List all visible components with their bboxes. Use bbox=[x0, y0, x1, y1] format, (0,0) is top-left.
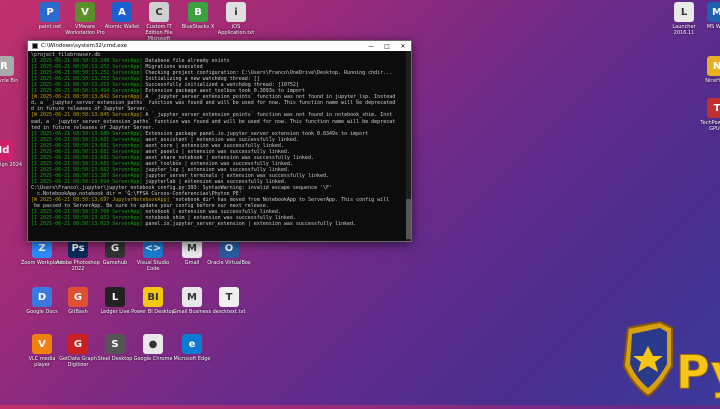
console-output[interactable]: \project_filebrowser.db [I 2025-06-21 08:… bbox=[28, 51, 411, 239]
ms-wire-icon: M bbox=[707, 2, 720, 22]
close-button[interactable]: ✕ bbox=[395, 41, 411, 51]
indesign-icon: Id bbox=[0, 140, 14, 160]
steel-icon: S bbox=[105, 334, 125, 354]
log-prefix: [I 2025-06-21 08:50:13.023 ServerApp] bbox=[31, 221, 143, 228]
cmd-titlebar[interactable]: C:\Windows\system32\cmd.exe — □ ✕ bbox=[28, 41, 411, 51]
desktop-icon-label: Visual Studio Code bbox=[136, 260, 170, 272]
cmd-icon bbox=[32, 43, 38, 49]
desktop-icon-label: Oracle VirtualBox bbox=[207, 260, 251, 266]
desktop-icon-vscode[interactable]: <> Visual Studio Code bbox=[131, 238, 175, 272]
desktop-icon-label: Power BI Desktop bbox=[131, 309, 175, 315]
desktop-icon-indesign[interactable]: Id InDesign 2024 bbox=[0, 140, 26, 168]
minimize-button[interactable]: — bbox=[363, 41, 379, 51]
desktop-icon-label: Recycle Bin bbox=[0, 78, 19, 84]
atomic-icon: A bbox=[112, 2, 132, 22]
desktop-icon-label: Microsoft Edge bbox=[173, 356, 211, 362]
descktext-icon: T bbox=[219, 287, 239, 307]
desktop-icon-recycle[interactable]: R Recycle Bin bbox=[0, 56, 26, 84]
desktop-icon-edge[interactable]: e Microsoft Edge bbox=[170, 334, 214, 362]
console-line: [I 2025-06-21 08:50:13.023 ServerApp] pa… bbox=[31, 221, 408, 227]
scrollbar-thumb[interactable] bbox=[406, 199, 411, 239]
vmware-icon: V bbox=[75, 2, 95, 22]
python-logo: Py bbox=[620, 318, 720, 405]
desktop-icon-label: descktext.txt bbox=[212, 309, 246, 315]
gmail-bus-icon: M bbox=[182, 287, 202, 307]
window-title: C:\Windows\system32\cmd.exe bbox=[41, 43, 128, 49]
scrollbar[interactable] bbox=[406, 51, 411, 241]
desktop-icon-label: InDesign 2024 bbox=[0, 162, 23, 168]
powerbi-icon: BI bbox=[143, 287, 163, 307]
window-controls: — □ ✕ bbox=[363, 41, 411, 51]
desktop-icon-oracle[interactable]: O Oracle VirtualBox bbox=[207, 238, 251, 266]
maximize-button[interactable]: □ bbox=[379, 41, 395, 51]
desktop-icon-label: NiceHash bbox=[705, 78, 720, 84]
desktop-icon-label: iOS Application.txt bbox=[217, 24, 255, 36]
desktop-icon-descktext[interactable]: Tdescktext.txt bbox=[207, 287, 251, 315]
desktop-icon-ios[interactable]: i iOS Application.txt bbox=[214, 2, 258, 36]
github-icon: G bbox=[68, 287, 88, 307]
google-docs-icon: D bbox=[32, 287, 52, 307]
desktop-icon-label: MS Wire bbox=[706, 24, 720, 30]
techpower-icon: T bbox=[707, 98, 720, 118]
ledger-icon: L bbox=[105, 287, 125, 307]
logo-text: Py bbox=[676, 345, 720, 399]
vlc-icon: V bbox=[32, 334, 52, 354]
custom-icon: C bbox=[149, 2, 169, 22]
log-message: panel.io.jupyter_server_extension | exte… bbox=[142, 221, 357, 228]
getdata-icon: G bbox=[68, 334, 88, 354]
desktop-icon-techpower[interactable]: T TechPowerUp GPU-Z bbox=[695, 98, 720, 132]
desktop-icon-powerbi[interactable]: BI Power BI Desktop bbox=[131, 287, 175, 315]
cmd-window[interactable]: C:\Windows\system32\cmd.exe — □ ✕ \proje… bbox=[27, 40, 412, 242]
desktop-icon-nicehash[interactable]: N NiceHash bbox=[695, 56, 720, 84]
edge-icon: e bbox=[182, 334, 202, 354]
recycle-icon: R bbox=[0, 56, 14, 76]
paint-icon: P bbox=[40, 2, 60, 22]
desktop-icon-custom[interactable]: C Custom IT Edition File Microsoft bbox=[137, 2, 181, 42]
launcher-icon: L bbox=[674, 2, 694, 22]
ios-icon: i bbox=[226, 2, 246, 22]
bluestacks-icon: B bbox=[188, 2, 208, 22]
desktop-icon-label: Google Chrome bbox=[133, 356, 173, 362]
desktop-icon-label: TechPowerUp GPU-Z bbox=[700, 120, 720, 132]
desktop-icon-chrome[interactable]: ● Google Chrome bbox=[131, 334, 175, 362]
desktop-icon-ms-wire[interactable]: M MS Wire bbox=[695, 2, 720, 30]
chrome-icon: ● bbox=[143, 334, 163, 354]
nicehash-icon: N bbox=[707, 56, 720, 76]
